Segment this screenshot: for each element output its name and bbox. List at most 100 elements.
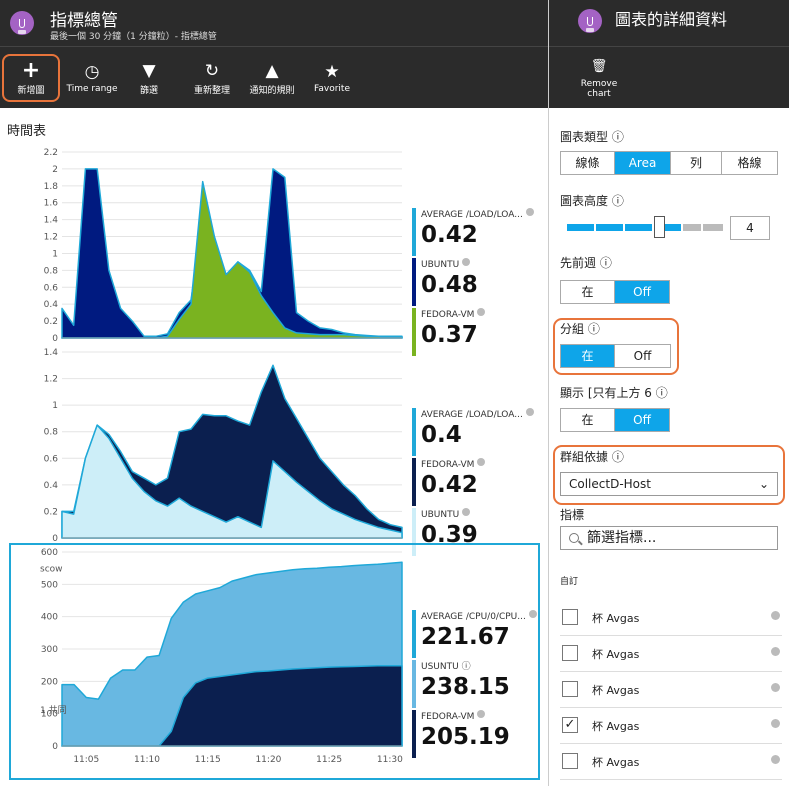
favorite-label: Favorite (314, 84, 350, 94)
slider-thumb[interactable] (654, 216, 665, 238)
legend-color-bar (412, 660, 416, 708)
y-tick-label: 0.2 (44, 507, 58, 517)
remove-chart-button[interactable]: 🗑 Remove chart (573, 47, 625, 109)
prev-period-on[interactable]: 在 (561, 281, 615, 303)
info-icon (462, 258, 471, 266)
lightbulb-icon (578, 9, 602, 33)
legend-value: 0.42 (421, 472, 478, 498)
chart-type-option-line[interactable]: 線條 (561, 152, 615, 174)
info-icon[interactable] (771, 755, 780, 764)
metric-row[interactable]: ✓ 杯 Avgas (560, 708, 782, 744)
legend-item[interactable]: FEDORA-VM 205.19 (412, 710, 537, 760)
y-tick-label: 0 (52, 534, 58, 544)
add-chart-button[interactable]: + 新增圖 (2, 54, 60, 102)
legend-item[interactable]: FEDORA-VM 0.37 (412, 308, 534, 358)
alert-rules-button[interactable]: ▲ 通知的規則 (246, 47, 298, 109)
metrics-search-placeholder: 篩選指標... (587, 530, 657, 546)
legend-color-bar (412, 408, 416, 456)
legend-item[interactable]: USUNTU ⓘ 238.15 (412, 660, 537, 710)
chart-type-option-bar[interactable]: 列 (671, 152, 722, 174)
slider-segment (567, 224, 594, 231)
favorite-button[interactable]: ★ Favorite (308, 47, 356, 109)
y-tick-label: 0.6 (44, 454, 59, 464)
x-tick-label: 11:30 (377, 755, 403, 765)
chevron-down-icon: ⌄ (758, 477, 769, 491)
blade-toolbar: + 新增圖 ◷ Time range ▼ 篩選 ↻ 重新整理 ▲ 通知的規則 ★… (0, 46, 548, 108)
legend-item[interactable]: AVERAGE /LOAD/LOA... 0.4 (412, 408, 534, 458)
slider-segment (683, 224, 701, 231)
legend-item[interactable]: UBUNTU 0.39 (412, 508, 534, 558)
info-icon[interactable] (771, 719, 780, 728)
time-range-button[interactable]: ◷ Time range (63, 47, 121, 109)
show-top-label: 顯示 [只有上方 6 ⓘ (560, 386, 668, 400)
filter-button[interactable]: ▼ 篩選 (127, 47, 171, 109)
chart-pane: 時間表 2.2 2 1.8 1.6 1.4 1.2 1 0.8 0.6 0.4 0.2 0 AVERA… (0, 108, 548, 786)
y-tick-label: 2 (52, 165, 58, 175)
prev-period-off[interactable]: Off (615, 281, 669, 303)
metric-row[interactable]: 杯 Avgas (560, 672, 782, 708)
legend-item[interactable]: AVERAGE /LOAD/LOA... 0.42 (412, 208, 534, 258)
metric-checkbox[interactable] (562, 645, 578, 661)
legend-series-name: UBUNTU (421, 260, 460, 270)
remove-chart-label-2: chart (587, 89, 611, 99)
chart-height-input[interactable]: 4 (730, 216, 770, 240)
metrics-label: 指標 (560, 508, 585, 522)
legend-item[interactable]: UBUNTU 0.48 (412, 258, 534, 308)
add-chart-label: 新增圖 (17, 85, 45, 96)
y-tick-label: 300 (41, 645, 58, 655)
metric-name: 杯 Avgas (592, 612, 640, 625)
group-by-dropdown[interactable]: CollectD-Host ⌄ (560, 472, 778, 496)
metric-row[interactable]: 杯 Avgas (560, 600, 782, 636)
grouping-off[interactable]: Off (615, 345, 670, 367)
info-icon (528, 610, 537, 618)
x-tick-label: 11:20 (255, 755, 281, 765)
legend-series-name: USUNTU ⓘ (421, 662, 471, 672)
y-tick-label: 1.2 (44, 375, 58, 385)
load-chart-2[interactable]: 1.4 1.2 1 0.8 0.6 0.4 0.2 0 (30, 346, 405, 546)
bell-icon: ▲ (265, 60, 279, 81)
metric-checkbox-checked[interactable]: ✓ (562, 717, 578, 733)
chart-height-label: 圖表高度 ⓘ (560, 194, 624, 208)
clock-icon: ◷ (84, 62, 100, 82)
show-top-on[interactable]: 在 (561, 409, 615, 431)
metric-list: 杯 Avgas 杯 Avgas 杯 Avgas ✓ 杯 Avgas 杯 Avga… (560, 600, 782, 780)
blade-title: 指標總管 (50, 11, 118, 31)
metrics-search-input[interactable]: 篩選指標... (560, 526, 778, 550)
chart-type-option-area[interactable]: Area (615, 152, 671, 174)
chart-height-slider[interactable] (567, 216, 723, 238)
filter-label: 篩選 (139, 85, 158, 96)
slider-segment (625, 224, 652, 231)
group-by-value: CollectD-Host (569, 477, 651, 491)
info-icon[interactable] (771, 611, 780, 620)
legend-value: 0.48 (421, 272, 478, 298)
info-icon (525, 208, 534, 216)
refresh-button[interactable]: ↻ 重新整理 (186, 47, 238, 109)
show-top-off[interactable]: Off (615, 409, 669, 431)
info-icon[interactable] (771, 683, 780, 692)
metric-row[interactable]: 杯 Avgas (560, 744, 782, 780)
legend-item[interactable]: FEDORA-VM 0.42 (412, 458, 534, 508)
info-icon (525, 408, 534, 416)
load-chart-2-legend: AVERAGE /LOAD/LOA... 0.4 FEDORA-VM 0.42 … (412, 408, 534, 558)
info-icon (477, 710, 486, 718)
slider-segment (596, 224, 623, 231)
grouping-on[interactable]: 在 (561, 345, 615, 367)
legend-value: 205.19 (421, 724, 510, 750)
chart-type-option-grid[interactable]: 格線 (722, 152, 777, 174)
details-title: 圖表的詳細資料 (615, 10, 728, 29)
metric-checkbox[interactable] (562, 753, 578, 769)
pane-title: 時間表 (7, 124, 47, 139)
metric-checkbox[interactable] (562, 609, 578, 625)
load-chart[interactable]: 2.2 2 1.8 1.6 1.4 1.2 1 0.8 0.6 0.4 0.2 0 (30, 146, 405, 346)
legend-item[interactable]: AVERAGE /CPU/0/CPU... 221.67 (412, 610, 537, 660)
legend-color-bar (412, 710, 416, 758)
legend-value: 238.15 (421, 674, 510, 700)
metric-row[interactable]: 杯 Avgas (560, 636, 782, 672)
details-header: 圖表的詳細資料 (549, 0, 789, 46)
y-tick-label: 1.4 (44, 348, 59, 358)
y-tick-label: 0.8 (44, 266, 59, 276)
cpu-chart[interactable]: 600500400300200100011:05 11:10 11:15 11:20 1… (30, 546, 405, 776)
info-icon[interactable] (771, 647, 780, 656)
metric-checkbox[interactable] (562, 681, 578, 697)
lightbulb-icon (10, 11, 34, 35)
